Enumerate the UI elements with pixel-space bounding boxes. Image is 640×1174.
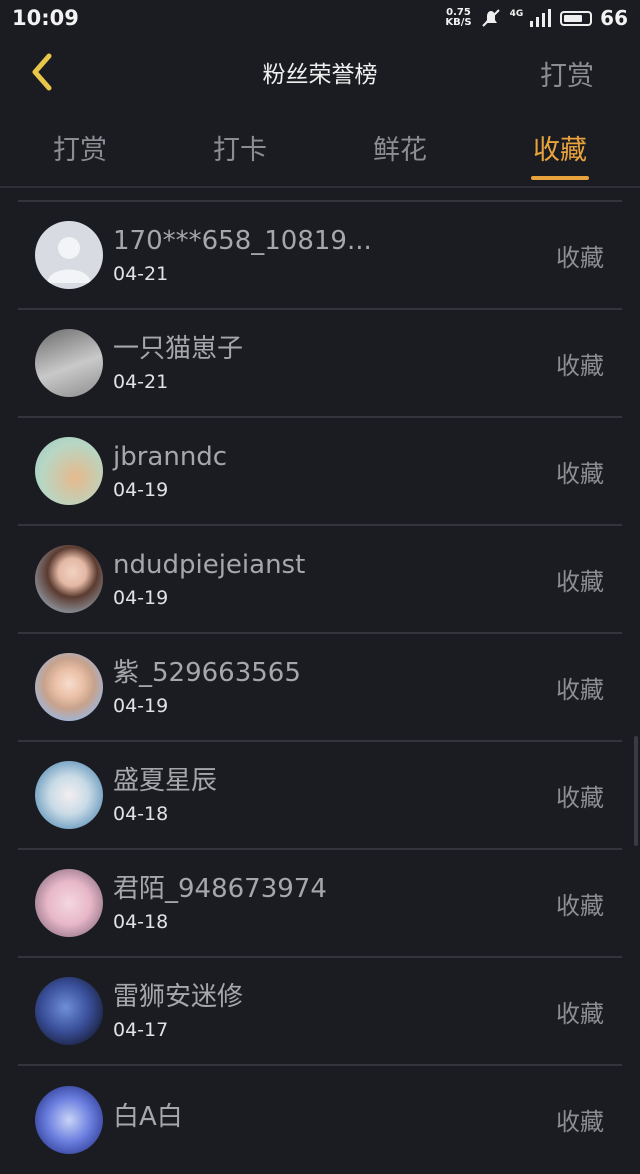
- fan-name: 盛夏星辰: [113, 766, 218, 796]
- tab-checkin[interactable]: 打卡: [160, 108, 320, 186]
- fan-name: 君陌_948673974: [113, 874, 327, 904]
- avatar: [35, 221, 103, 289]
- status-time: 10:09: [12, 6, 79, 30]
- avatar: [35, 653, 103, 721]
- tab-reward[interactable]: 打赏: [0, 108, 160, 186]
- fan-date: 04-19: [113, 587, 169, 609]
- reward-button[interactable]: 打赏: [540, 54, 594, 93]
- fan-name: 一只猫崽子: [113, 334, 244, 364]
- status-icons: 0.75 KB/S 4G 66: [445, 6, 628, 30]
- favorite-label: 收藏: [556, 352, 604, 380]
- list-item[interactable]: 君陌_948673974 04-18 收藏: [18, 850, 622, 958]
- list-item[interactable]: ndudpiejeianst 04-19 收藏: [18, 526, 622, 634]
- favorite-label: 收藏: [556, 1108, 604, 1136]
- fan-name: 170***658_10819...: [113, 226, 372, 256]
- fan-name: ndudpiejeianst: [113, 550, 306, 580]
- battery-icon: [560, 10, 593, 26]
- fan-date: 04-19: [113, 479, 169, 501]
- avatar: [35, 761, 103, 829]
- fan-name: 紫_529663565: [113, 658, 301, 688]
- scrollbar[interactable]: [634, 736, 638, 846]
- avatar: [35, 437, 103, 505]
- favorite-label: 收藏: [556, 244, 604, 272]
- avatar: [35, 977, 103, 1045]
- list-item[interactable]: jbranndc 04-19 收藏: [18, 418, 622, 526]
- list-item[interactable]: 一只猫崽子 04-21 收藏: [18, 310, 622, 418]
- back-button[interactable]: [22, 50, 62, 94]
- status-bar: 10:09 0.75 KB/S 4G 66: [0, 0, 640, 36]
- tab-bar: 打赏 打卡 鲜花 收藏: [0, 108, 640, 188]
- fan-name: jbranndc: [113, 442, 228, 472]
- tab-flowers[interactable]: 鲜花: [320, 108, 480, 186]
- favorite-label: 收藏: [556, 1000, 604, 1028]
- network-speed: 0.75 KB/S: [445, 7, 472, 28]
- favorite-label: 收藏: [556, 676, 604, 704]
- fan-date: 04-18: [113, 911, 169, 933]
- tab-favorites[interactable]: 收藏: [480, 108, 640, 186]
- fan-date: 04-21: [113, 371, 169, 393]
- avatar: [35, 869, 103, 937]
- list-item[interactable]: 紫_529663565 04-19 收藏: [18, 634, 622, 742]
- page-title: 粉丝荣誉榜: [262, 62, 378, 88]
- favorite-label: 收藏: [556, 784, 604, 812]
- avatar: [35, 1086, 103, 1154]
- fan-name: 白A白: [113, 1102, 183, 1132]
- fan-date: 04-19: [113, 695, 169, 717]
- fan-date: 04-17: [113, 1019, 169, 1041]
- avatar: [35, 545, 103, 613]
- list-item[interactable]: 雷狮安迷修 04-17 收藏: [18, 958, 622, 1066]
- signal-icon: 4G: [510, 9, 553, 27]
- battery-level: 66: [600, 6, 628, 30]
- favorite-label: 收藏: [556, 460, 604, 488]
- nav-bar: 粉丝荣誉榜 打赏: [0, 36, 640, 108]
- list-item[interactable]: 170***658_10819... 04-21 收藏: [18, 202, 622, 310]
- fan-list: 170***658_10819... 04-21 收藏 一只猫崽子 04-21 …: [18, 200, 622, 1174]
- fan-name: 雷狮安迷修: [113, 982, 244, 1012]
- list-item[interactable]: 盛夏星辰 04-18 收藏: [18, 742, 622, 850]
- mute-bell-icon: [481, 9, 500, 27]
- favorite-label: 收藏: [556, 568, 604, 596]
- chevron-left-icon: [32, 53, 52, 91]
- fan-date: 04-18: [113, 803, 169, 825]
- avatar: [35, 329, 103, 397]
- fan-date: 04-21: [113, 263, 169, 285]
- list-item[interactable]: 白A白 收藏: [18, 1066, 622, 1174]
- favorite-label: 收藏: [556, 892, 604, 920]
